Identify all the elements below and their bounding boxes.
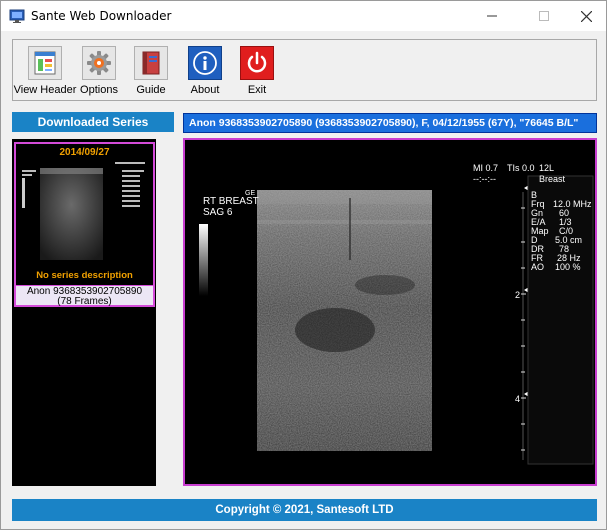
- window-title: Sante Web Downloader: [31, 9, 172, 23]
- scan-label-line2: SAG 6: [203, 207, 233, 218]
- minimize-icon: [487, 15, 497, 17]
- view-header-button[interactable]: View Header: [13, 46, 77, 98]
- guide-button[interactable]: Guide: [131, 46, 171, 98]
- gear-icon: [82, 46, 116, 80]
- close-icon: [580, 10, 592, 22]
- copyright-bar: Copyright © 2021, Santesoft LTD: [12, 499, 597, 521]
- exit-label: Exit: [247, 84, 267, 96]
- preset-name: Breast: [539, 174, 566, 184]
- options-label: Options: [80, 84, 118, 96]
- book-icon: [134, 46, 168, 80]
- minimize-button[interactable]: [469, 1, 515, 31]
- scan-label-line1: RT BREAST: [203, 196, 259, 207]
- app-monitor-icon: [9, 9, 25, 23]
- time-value: --:--:--: [473, 174, 496, 184]
- mi-value: MI 0.7: [473, 163, 499, 173]
- downloaded-series-header: Downloaded Series: [12, 112, 174, 132]
- param-value: 100 %: [555, 262, 581, 272]
- probe-name: 12L: [539, 163, 555, 173]
- series-thumbnail: [18, 160, 151, 270]
- view-header-label: View Header: [13, 84, 77, 96]
- series-info: Anon 9368353902705890 (78 Frames): [16, 285, 153, 307]
- info-icon: [188, 46, 222, 80]
- close-button[interactable]: [563, 1, 607, 31]
- depth-mark: 2: [515, 290, 521, 300]
- patient-info-bar: Anon 9368353902705890 (9368353902705890)…: [183, 113, 597, 133]
- about-button[interactable]: About: [185, 46, 225, 98]
- series-date: 2014/09/27: [59, 147, 110, 158]
- maximize-icon: [539, 11, 549, 21]
- maximize-button[interactable]: [521, 1, 567, 31]
- power-icon: [240, 46, 274, 80]
- series-frames: (78 Frames): [57, 296, 112, 307]
- series-list[interactable]: 2014/09/27 No series description Anon 93…: [12, 139, 156, 486]
- toolbar: View Header Options Guide About Exit: [12, 39, 597, 101]
- options-button[interactable]: Options: [79, 46, 119, 98]
- guide-label: Guide: [136, 84, 166, 96]
- app-window: Sante Web Downloader View Header Options…: [0, 0, 607, 530]
- view-header-icon: [28, 46, 62, 80]
- series-description: No series description: [36, 270, 133, 281]
- tis-value: TIs 0.0: [507, 163, 535, 173]
- param-key: AO: [531, 262, 545, 272]
- image-viewer[interactable]: MI 0.7 TIs 0.0 12L --:--:-- Breast GE RT…: [183, 138, 597, 486]
- depth-mark: 4: [515, 394, 521, 404]
- title-bar[interactable]: Sante Web Downloader: [1, 1, 606, 31]
- about-label: About: [190, 84, 220, 96]
- exit-button[interactable]: Exit: [237, 46, 277, 98]
- series-card[interactable]: 2014/09/27 No series description Anon 93…: [14, 142, 155, 307]
